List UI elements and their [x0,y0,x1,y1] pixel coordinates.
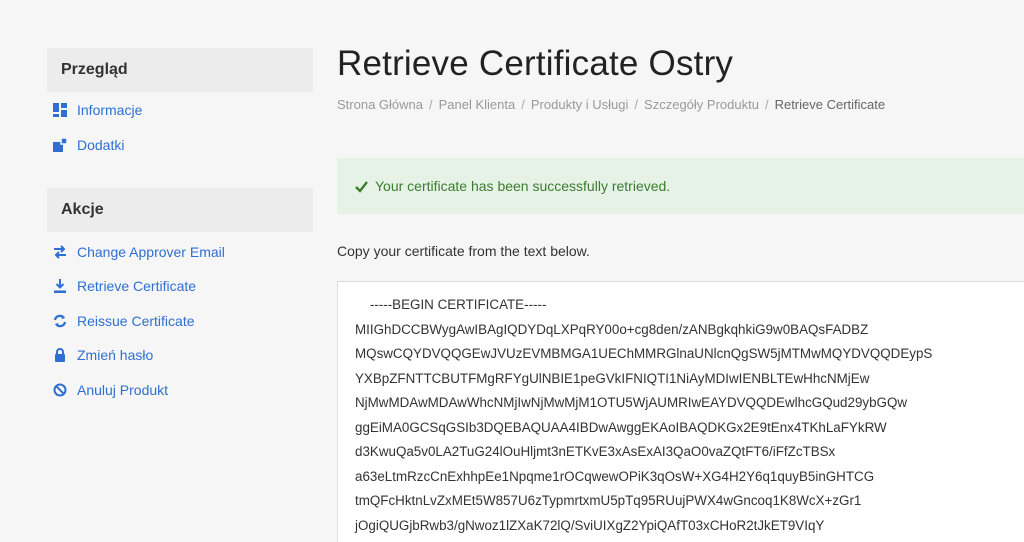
overview-menu: Informacje Dodatki [47,92,313,162]
sidebar-item-label: Change Approver Email [77,243,225,260]
download-icon [53,279,67,294]
overview-panel-title: Przegląd [47,48,313,92]
breadcrumb-product-details[interactable]: Szczegóły Produktu [644,97,759,112]
breadcrumb-current: Retrieve Certificate [774,97,886,112]
certificate-line: tmQFcHktnLvZxMEt5W857U6zTypmrtxmU5pTq95R… [355,493,862,508]
alert-message: Your certificate has been successfully r… [375,178,671,194]
sidebar-item-zmien-haslo[interactable]: Zmień hasło [47,338,313,372]
breadcrumb: Strona Główna / Panel Klienta / Produkty i U… [337,97,886,112]
sidebar-item-change-approver-email[interactable]: Change Approver Email [47,235,313,269]
certificate-line: MIIGhDCCBWygAwIBAgIQDYDqLXPqRY00o+cg8den… [355,321,869,337]
sidebar-item-label: Retrieve Certificate [77,278,197,295]
certificate-line: YXBpZFNTTCBUTFMgRFYgUlNBIE1peGVkIFNIQTI1… [355,370,870,386]
certificate-line: ggEiMA0GCSqGSIb3DQEBAQUAA4IBDwAwggEKAoIB… [355,419,887,435]
certificate-line: 1mvcE6lnuvTun4tEVu4BVTkXYxPIQCyydEM2uVE0… [355,538,1024,542]
page-title: Retrieve Certificate Ostry [337,44,734,83]
breadcrumb-home[interactable]: Strona Główna [337,97,423,112]
actions-menu: Change Approver Email Retrieve Certifica… [47,232,313,407]
sidebar-item-label: Anuluj Produkt [77,381,169,398]
sidebar-item-anuluj-produkt[interactable]: Anuluj Produkt [47,372,313,406]
sidebar-item-label: Dodatki [77,136,125,153]
certificate-line: MQswCQYDVQQGEwJVUzEVMBMGA1UEChMMRGlnaUNl… [355,346,933,361]
sidebar: Przegląd Informacje Dodatki Akcje Change… [47,48,313,407]
check-icon [355,180,368,193]
exchange-icon [53,245,67,259]
addons-icon [53,137,67,152]
lock-icon [53,348,67,363]
certificate-line: -----BEGIN CERTIFICATE----- [355,297,547,312]
sidebar-item-label: Reissue Certificate [77,312,195,329]
sidebar-item-label: Informacje [77,102,143,119]
success-alert: Your certificate has been successfully r… [337,158,1024,214]
certificate-textarea[interactable]: -----BEGIN CERTIFICATE----- MIIGhDCCBWygA… [337,281,1024,542]
dashboard-icon [53,103,67,118]
sidebar-item-retrieve-certificate[interactable]: Retrieve Certificate [47,269,313,303]
certificate-line: d3KwuQa5v0LA2TuG24lOuHljmt3nETKvE3xAsExA… [355,444,836,459]
breadcrumb-client-area[interactable]: Panel Klienta [439,97,516,112]
ban-icon [53,383,67,397]
actions-panel-title: Akcje [47,187,313,232]
certificate-line: a63eLtmRzcCnExhhpEe1Npqme1rOCqwewOPiK3qO… [355,468,875,484]
sidebar-item-label: Zmień hasło [77,347,154,364]
sidebar-item-dodatki[interactable]: Dodatki [47,127,313,161]
certificate-line: NjMwMDAwMDAwWhcNMjIwNjMwMjM1OTU5WjAUMRIw… [355,395,908,410]
sidebar-item-reissue-certificate[interactable]: Reissue Certificate [47,304,313,338]
breadcrumb-products-services[interactable]: Produkty i Usługi [531,97,629,112]
sync-icon [53,314,67,328]
instructions-text: Copy your certificate from the text belo… [337,243,590,259]
sidebar-item-informacje[interactable]: Informacje [47,93,313,127]
certificate-line: jOgiQUGjbRwb3/gNwoz1lZXaK72lQ/SviUIXgZ2Y… [355,517,825,533]
